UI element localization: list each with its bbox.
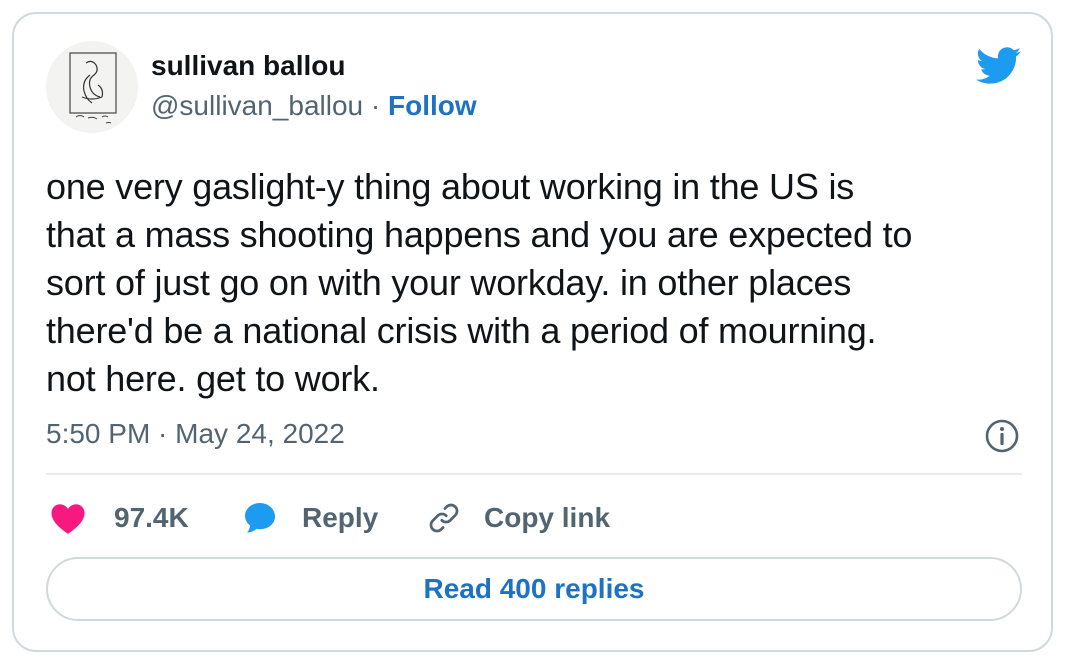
tweet-card: sullivan ballou @sullivan_ballou · Follo… [12,12,1053,652]
info-icon[interactable] [984,418,1020,454]
read-replies-button[interactable]: Read 400 replies [46,557,1022,621]
reply-label: Reply [302,502,379,533]
author-avatar[interactable] [46,41,138,133]
follow-link[interactable]: Follow [388,90,477,121]
speech-bubble-icon [245,503,275,533]
handle-separator: · [363,90,388,121]
reply-button[interactable]: Reply [242,498,378,538]
link-icon [429,503,459,533]
author-display-name[interactable]: sullivan ballou [151,50,345,82]
twitter-bird-icon[interactable] [976,47,1022,85]
divider [46,473,1022,475]
heart-icon [51,504,85,534]
tweet-timestamp[interactable]: 5:50 PM · May 24, 2022 [46,418,345,450]
sketch-avatar-icon [69,52,117,124]
copy-link-button[interactable]: Copy link [426,498,610,538]
author-handle[interactable]: @sullivan_ballou [151,90,363,121]
like-count: 97.4K [114,502,189,533]
tweet-text: one very gaslight-y thing about working … [46,166,913,399]
like-button[interactable]: 97.4K [50,498,189,538]
copy-link-label: Copy link [484,502,611,533]
author-handle-line: @sullivan_ballou · Follow [151,90,477,122]
